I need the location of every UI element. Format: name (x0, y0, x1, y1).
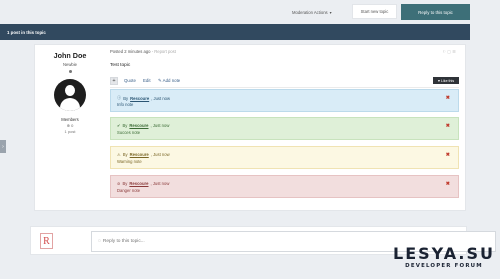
author-panel: John Doe Newbie Members ⊕ 0 1 post (35, 45, 105, 134)
note-header: ✔ By Rescoure , Just now (117, 123, 169, 128)
caret-down-icon: ▾ (329, 9, 332, 15)
note-author-link[interactable]: Rescoure (130, 96, 149, 101)
moderation-actions-dropdown[interactable]: Moderation Actions ▾ (292, 5, 332, 19)
note-text: Warning note (117, 159, 142, 164)
post-tools-icons[interactable]: ⚐ ▢ ☰ (442, 49, 456, 54)
watermark-subtitle: DEVELOPER FORUM (405, 263, 483, 269)
reputation-value: 0 (71, 123, 74, 128)
like-button[interactable]: ♥ Like this (433, 77, 459, 84)
add-note-label: Add note (162, 78, 181, 83)
note-text: Succes note (117, 130, 141, 135)
note-header: ⚠ By Rescoure , Just now (117, 152, 170, 157)
info-icon: ⓘ (117, 95, 122, 100)
author-name[interactable]: John Doe (35, 51, 105, 60)
comment-icon: ◌ (98, 239, 101, 244)
watermark-title: LESYA.SU (393, 244, 495, 263)
close-icon[interactable]: ✖ (446, 95, 450, 101)
divider (110, 87, 459, 88)
author-rank: Newbie (63, 62, 77, 67)
add-note-link[interactable]: ✎ Add note (158, 78, 180, 84)
post-timestamp[interactable]: Posted 2 minutes ago (110, 49, 151, 54)
user-avatar-icon: R (40, 233, 53, 249)
author-reputation: ⊕ 0 (35, 123, 105, 128)
avatar-head-shape (65, 85, 75, 96)
author-post-count: 1 post (64, 129, 76, 134)
note-header: ⊘ By Rescoure , Just now (117, 181, 169, 186)
note-author-link[interactable]: Rescoure (130, 152, 149, 157)
note-by-label: By (123, 95, 129, 101)
like-label: Like this (440, 78, 455, 83)
topic-toolbar: Moderation Actions ▾ Start new topic Rep… (0, 0, 500, 24)
close-icon[interactable]: ✖ (446, 123, 450, 129)
watermark-logo: LESYA.SU DEVELOPER FORUM (388, 244, 500, 270)
note-time: , Just now (150, 152, 170, 157)
start-new-topic-button[interactable]: Start new topic (352, 4, 397, 19)
note-danger: ⊘ By Rescoure , Just now Danger note ✖ (110, 175, 459, 198)
topic-post-count-bar: 1 post in this topic (0, 24, 470, 40)
reply-placeholder: Reply to this topic... (102, 239, 145, 244)
post-count-label: 1 post in this topic (7, 29, 46, 35)
note-author-link[interactable]: Rescoure (129, 181, 148, 186)
rank-pip-icon (68, 70, 72, 73)
reputation-icon: ⊕ (66, 123, 70, 128)
note-author-link[interactable]: Rescoure (129, 123, 148, 128)
note-by-label: By (122, 181, 128, 186)
ban-icon: ⊘ (117, 181, 121, 186)
moderation-actions-label: Moderation Actions (292, 9, 328, 15)
note-info: ⓘ By Rescoure , Just now Info note ✖ (110, 89, 459, 112)
note-time: , Just now (150, 181, 170, 186)
report-post-link[interactable]: Report post (154, 49, 176, 54)
quote-link[interactable]: Quote (124, 78, 136, 83)
heart-icon: ♥ (437, 78, 440, 83)
post-action-row: + Quote Edit ✎ Add note ♥ Like this (110, 77, 459, 85)
note-text: Info note (117, 102, 134, 107)
post-meta: Posted 2 minutes ago · Report post (110, 49, 176, 54)
note-time: , Just now (151, 95, 171, 101)
check-circle-icon: ✔ (117, 123, 121, 128)
author-group: Members (61, 117, 79, 122)
note-success: ✔ By Rescoure , Just now Succes note ✖ (110, 117, 459, 140)
reply-to-topic-button[interactable]: Reply to this topic (401, 4, 470, 20)
close-icon[interactable]: ✖ (446, 152, 450, 158)
note-warning: ⚠ By Rescoure , Just now Warning note ✖ (110, 146, 459, 169)
multiquote-button[interactable]: + (110, 77, 118, 85)
note-time: , Just now (150, 123, 170, 128)
avatar-body-shape (60, 98, 80, 111)
edit-note-icon: ✎ (158, 78, 162, 83)
note-header: ⓘ By Rescoure , Just now (117, 95, 170, 101)
warning-icon: ⚠ (117, 152, 121, 157)
note-by-label: By (122, 152, 128, 157)
sidebar-toggle[interactable]: › (0, 140, 6, 153)
note-text: Danger note (117, 188, 141, 193)
close-icon[interactable]: ✖ (446, 181, 450, 187)
post-body: Test topic (110, 63, 131, 68)
edit-link[interactable]: Edit (143, 78, 151, 83)
post-card: John Doe Newbie Members ⊕ 0 1 post Poste… (34, 44, 466, 211)
avatar[interactable] (54, 79, 86, 111)
note-by-label: By (122, 123, 128, 128)
